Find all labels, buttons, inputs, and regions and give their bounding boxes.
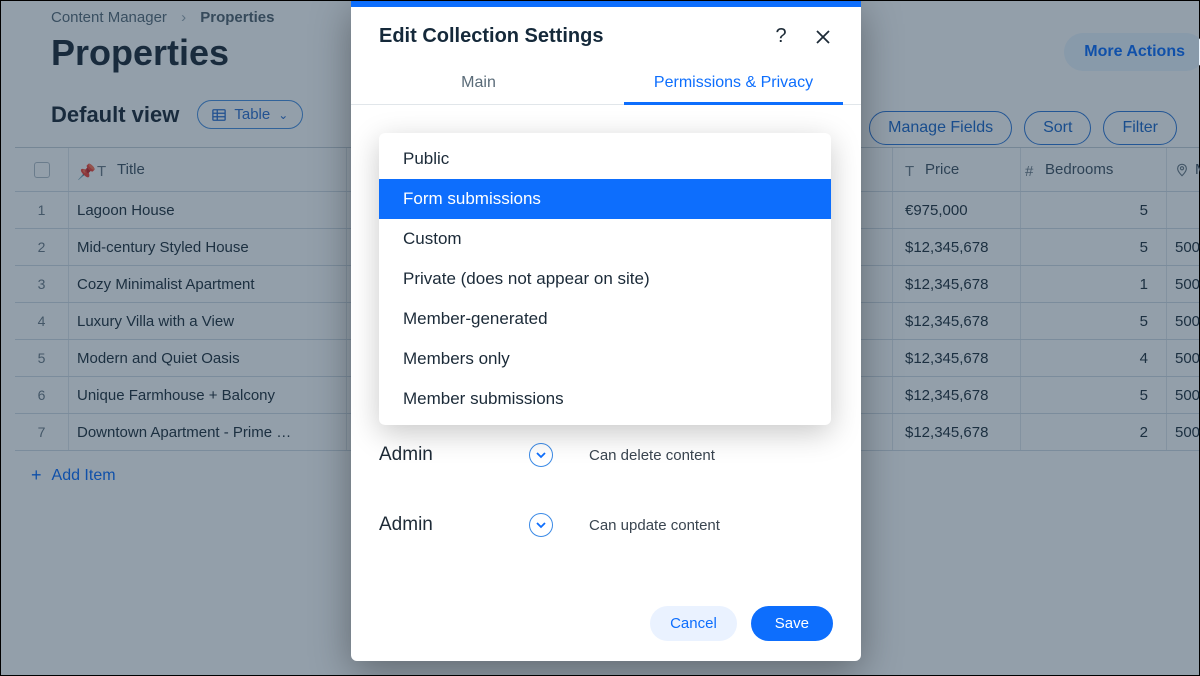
dropdown-option[interactable]: Form submissions bbox=[379, 179, 831, 219]
dropdown-option[interactable]: Public bbox=[379, 139, 831, 179]
tab-main[interactable]: Main bbox=[351, 62, 606, 104]
dropdown-option[interactable]: Members only bbox=[379, 339, 831, 379]
cancel-button[interactable]: Cancel bbox=[650, 606, 737, 641]
help-icon[interactable]: ? bbox=[771, 27, 791, 47]
tab-permissions-privacy[interactable]: Permissions & Privacy bbox=[606, 62, 861, 104]
role-selector[interactable] bbox=[529, 513, 553, 537]
save-button[interactable]: Save bbox=[751, 606, 833, 641]
dropdown-option[interactable]: Member submissions bbox=[379, 379, 831, 419]
close-icon[interactable] bbox=[813, 27, 833, 47]
permission-role: Admin bbox=[379, 514, 529, 536]
dropdown-option[interactable]: Custom bbox=[379, 219, 831, 259]
permission-description: Can delete content bbox=[589, 447, 833, 464]
permission-description: Can update content bbox=[589, 517, 833, 534]
permission-row: Admin Can update content bbox=[379, 495, 833, 565]
role-selector[interactable] bbox=[529, 443, 553, 467]
modal-title: Edit Collection Settings bbox=[379, 25, 603, 48]
permission-role: Admin bbox=[379, 444, 529, 466]
modal-tabs: Main Permissions & Privacy bbox=[351, 62, 861, 105]
dropdown-option[interactable]: Member-generated bbox=[379, 299, 831, 339]
collection-type-dropdown[interactable]: PublicForm submissionsCustomPrivate (doe… bbox=[379, 133, 831, 425]
permission-row: Admin Can delete content bbox=[379, 425, 833, 495]
dropdown-option[interactable]: Private (does not appear on site) bbox=[379, 259, 831, 299]
